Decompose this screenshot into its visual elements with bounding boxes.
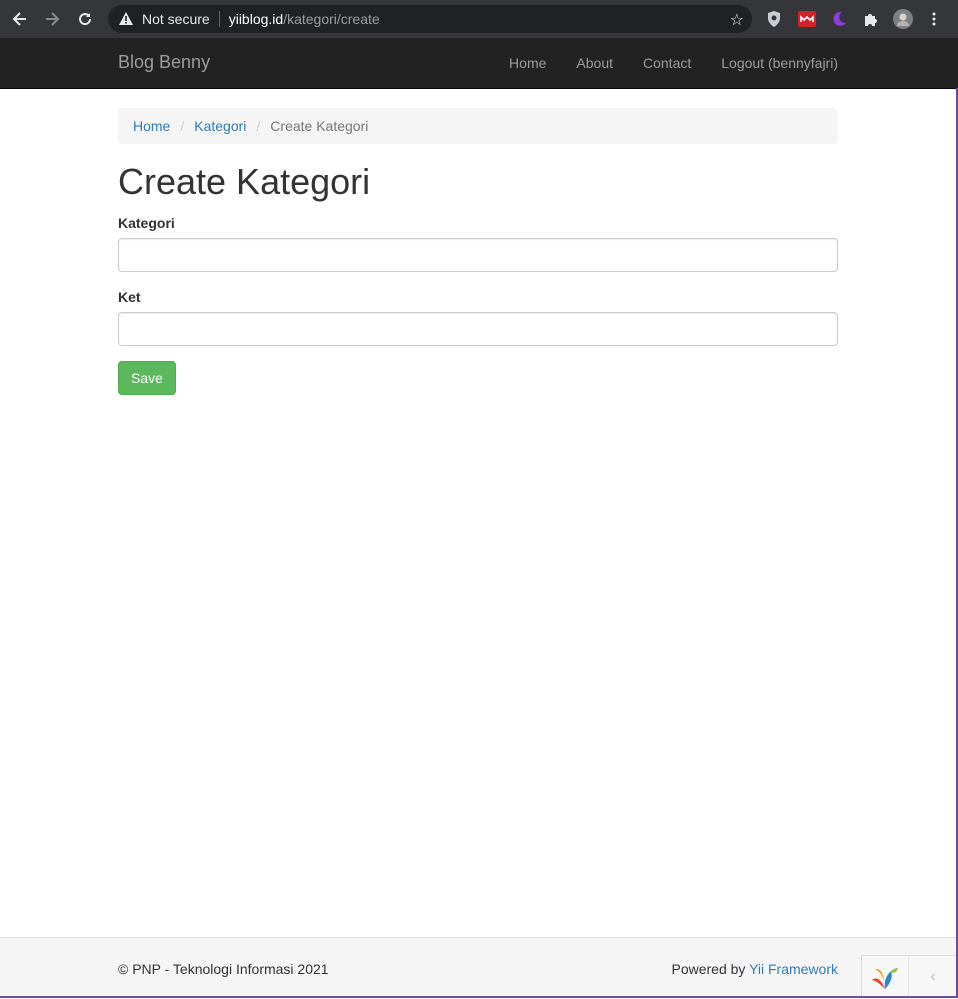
yii-debug-toolbar[interactable]: ‹ (861, 955, 958, 998)
breadcrumb-home-link[interactable]: Home (133, 118, 170, 134)
moon-extension-icon[interactable] (829, 9, 849, 29)
omnibox-divider (218, 11, 220, 27)
footer-copyright: © PNP - Teknologi Informasi 2021 (118, 961, 329, 977)
toolbar-collapse-icon[interactable]: ‹ (909, 968, 957, 986)
profile-avatar-icon[interactable] (893, 9, 913, 29)
security-label: Not secure (142, 11, 210, 27)
breadcrumb-kategori-link[interactable]: Kategori (194, 118, 246, 134)
nav-links: Home About Contact Logout (bennyfajri) (479, 55, 838, 71)
nav-contact-link[interactable]: Contact (643, 55, 691, 71)
breadcrumb-divider: / (180, 118, 185, 134)
bookmark-star-icon[interactable]: ☆ (730, 10, 744, 30)
nav-logout-link[interactable]: Logout (bennyfajri) (721, 55, 838, 71)
kategori-input[interactable] (118, 238, 838, 272)
site-footer: © PNP - Teknologi Informasi 2021 Powered… (0, 937, 958, 999)
brand-link[interactable]: Blog Benny (118, 52, 210, 73)
puzzle-extensions-icon[interactable] (861, 9, 881, 29)
footer-powered: Powered by Yii Framework (671, 961, 838, 977)
browser-toolbar: Not secure yiiblog.id/kategori/create ☆ (0, 0, 958, 38)
url-path: /kategori/create (283, 11, 380, 27)
yii-framework-link[interactable]: Yii Framework (749, 961, 838, 977)
nav-about-link[interactable]: About (576, 55, 613, 71)
url-host: yiiblog.id (228, 11, 284, 27)
breadcrumb-active: Create Kategori (270, 118, 369, 134)
red-extension-icon[interactable] (797, 9, 817, 29)
breadcrumb: Home / Kategori / Create Kategori (118, 108, 838, 144)
reload-icon[interactable] (74, 8, 96, 30)
kategori-label: Kategori (118, 215, 175, 231)
warning-icon (119, 12, 133, 25)
forward-arrow-icon[interactable] (41, 8, 63, 30)
more-menu-icon[interactable] (924, 9, 944, 29)
page-title: Create Kategori (118, 161, 371, 202)
ket-label: Ket (118, 289, 141, 305)
site-navbar: Blog Benny Home About Contact Logout (be… (0, 38, 958, 89)
shield-extension-icon[interactable] (764, 9, 784, 29)
breadcrumb-divider: / (256, 118, 261, 134)
nav-home-link[interactable]: Home (509, 55, 546, 71)
back-arrow-icon[interactable] (9, 8, 31, 30)
ket-input[interactable] (118, 312, 838, 346)
save-button[interactable]: Save (118, 361, 176, 395)
yii-logo-icon[interactable] (862, 956, 909, 997)
address-bar[interactable]: Not secure yiiblog.id/kategori/create ☆ (108, 5, 752, 33)
powered-prefix: Powered by (671, 961, 750, 977)
